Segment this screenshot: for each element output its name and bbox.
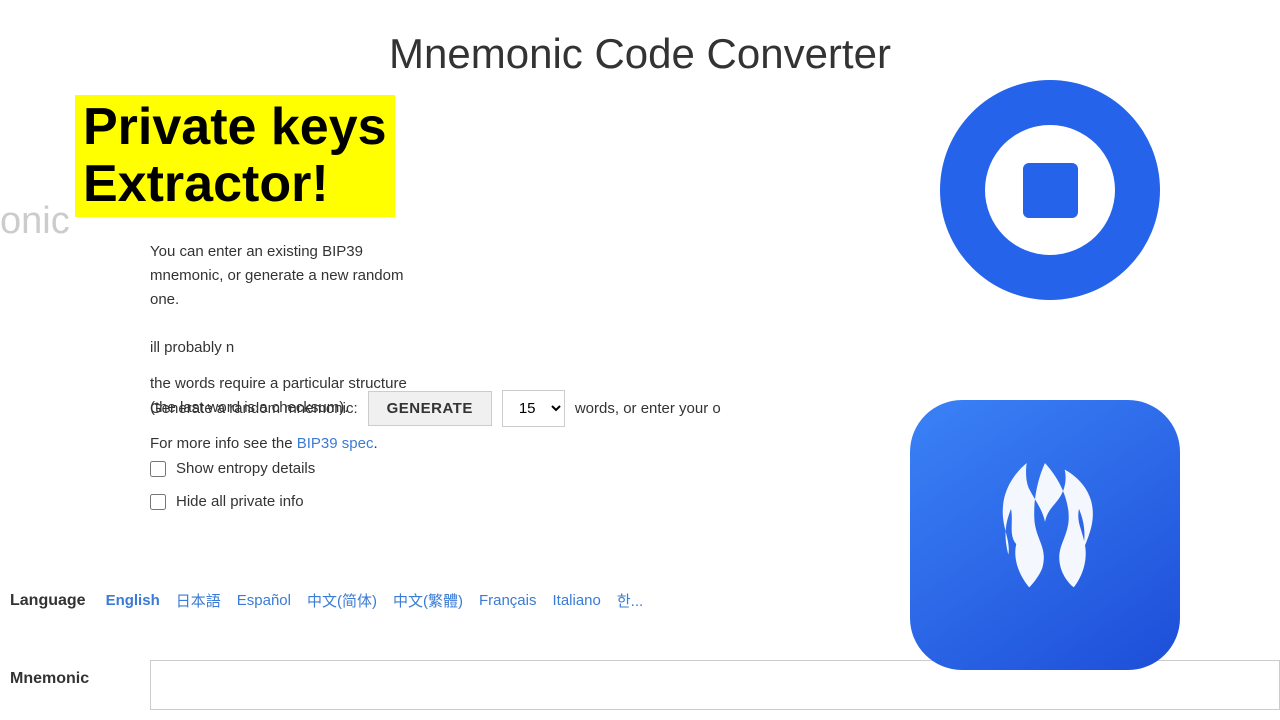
lang-japanese[interactable]: 日本語 (176, 590, 221, 611)
generate-button[interactable]: GENERATE (368, 391, 492, 426)
bip39-spec-link[interactable]: BIP39 spec (297, 435, 374, 452)
entropy-label: Show entropy details (176, 460, 315, 477)
flame-svg (975, 450, 1115, 620)
lang-chinese-simplified[interactable]: 中文(简体) (307, 590, 377, 611)
hide-private-option[interactable]: Hide all private info (150, 493, 315, 510)
entropy-checkbox[interactable] (150, 461, 166, 477)
inner-ring (985, 125, 1115, 255)
outer-circle (940, 80, 1160, 300)
description-para1: You can enter an existing BIP39 mnemonic… (150, 240, 410, 360)
words-count-select[interactable]: 3 6 9 12 15 18 21 24 (502, 390, 565, 427)
lang-korean[interactable]: 한... (617, 590, 643, 611)
hide-private-label: Hide all private info (176, 493, 304, 510)
description-section: You can enter an existing BIP39 mnemonic… (150, 240, 410, 468)
inner-square (1023, 163, 1078, 218)
lang-english[interactable]: English (106, 592, 160, 609)
circle-icon-decoration (940, 80, 1160, 370)
entropy-option[interactable]: Show entropy details (150, 460, 315, 477)
promo-banner: Private keys Extractor! (75, 95, 395, 217)
hide-private-checkbox[interactable] (150, 494, 166, 510)
banner-line1: Private keys (83, 99, 387, 156)
banner-line2: Extractor! (83, 156, 387, 213)
flame-background (910, 400, 1180, 670)
options-section: Show entropy details Hide all private in… (150, 460, 315, 510)
flame-icon-decoration (910, 400, 1180, 690)
lang-french[interactable]: Français (479, 592, 537, 609)
generate-label: Generate a random mnemonic: (150, 400, 358, 417)
lang-italian[interactable]: Italiano (553, 592, 601, 609)
description-para3: For more info see the BIP39 spec. (150, 432, 410, 456)
generate-row: Generate a random mnemonic: GENERATE 3 6… (150, 390, 721, 427)
partial-text: onic (0, 200, 70, 243)
lang-chinese-traditional[interactable]: 中文(繁體) (393, 590, 463, 611)
mnemonic-label: Mnemonic (0, 660, 140, 688)
language-section: Language English 日本語 Español 中文(简体) 中文(繁… (0, 590, 659, 611)
words-suffix-label: words, or enter your o (575, 400, 721, 417)
language-label: Language (0, 592, 86, 610)
lang-spanish[interactable]: Español (237, 592, 291, 609)
